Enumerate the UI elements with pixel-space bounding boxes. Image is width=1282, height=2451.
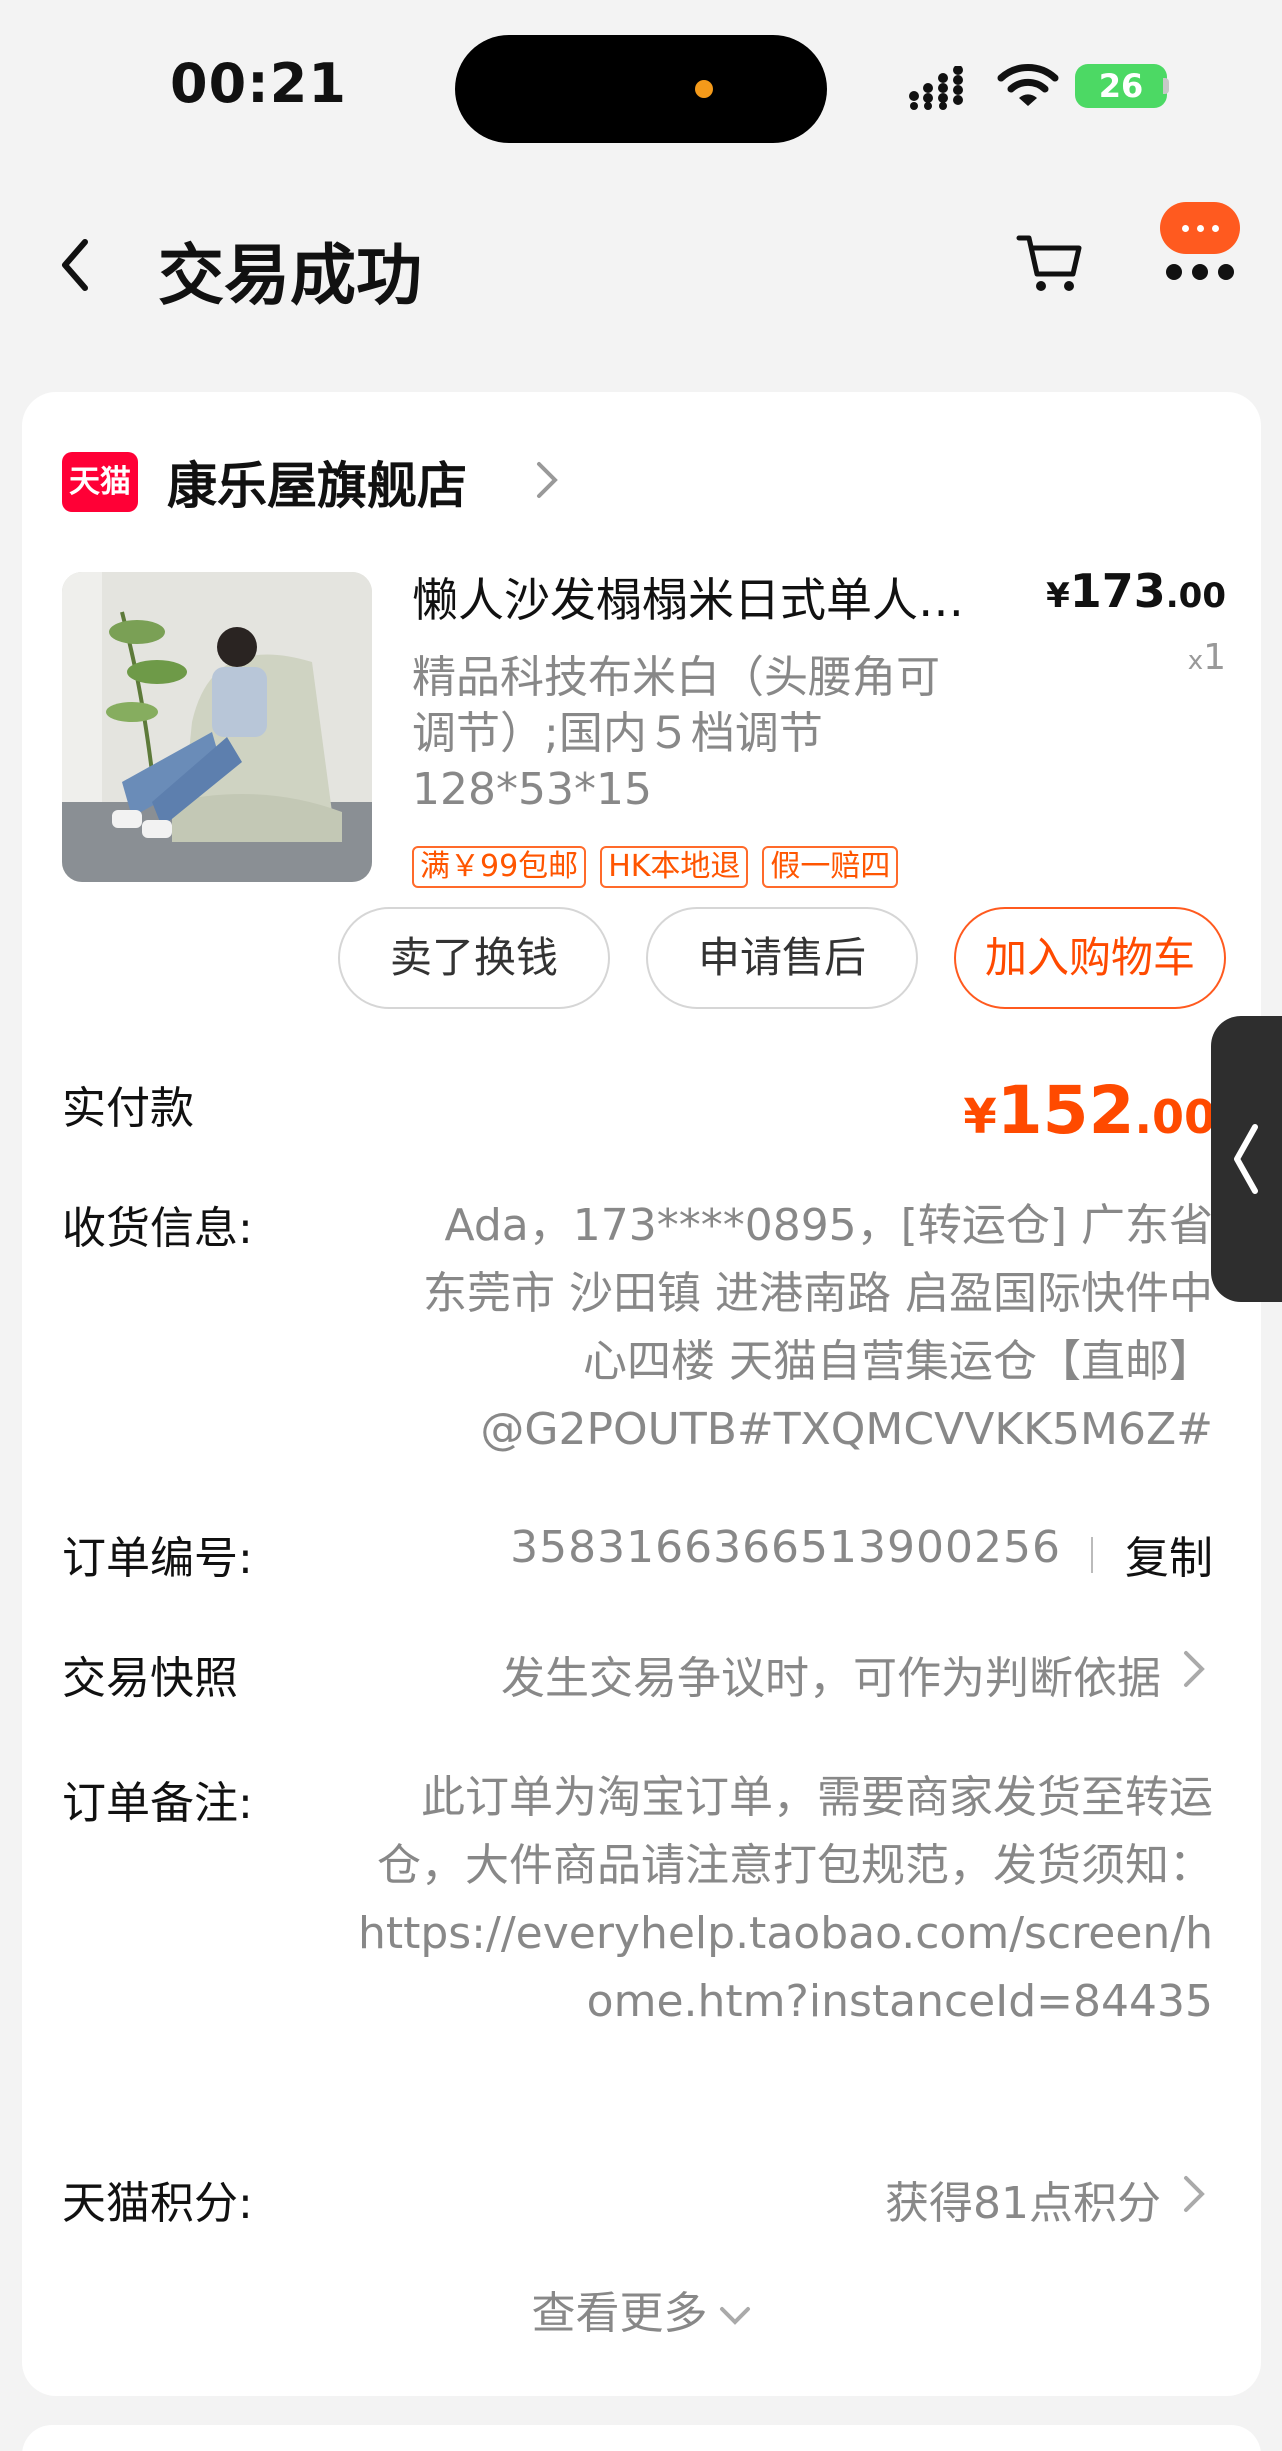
chevron-left-icon [1234, 1124, 1258, 1194]
price-decimal: .00 [1165, 576, 1226, 616]
battery-level: 26 [1098, 67, 1144, 105]
chevron-right-icon[interactable] [534, 459, 560, 501]
view-more-link[interactable]: 查看更多 [22, 2277, 1261, 2341]
divider [1091, 1537, 1093, 1573]
order-card: 天猫 康乐屋旗舰店 懒人沙发榻榻米日式单人… ¥173.00 x1 精品科技布米… [22, 392, 1261, 2396]
address-label: 收货信息: [62, 1203, 253, 1254]
spec-line: 精品科技布米白（头腰角可 [412, 652, 940, 703]
spec-line: 调节）;国内５档调节 [412, 708, 823, 759]
qty-value: 1 [1203, 637, 1226, 678]
tag-authentic: 假一赔四 [762, 846, 899, 888]
note-label: 订单备注: [62, 1778, 253, 1829]
payment-currency: ¥ [963, 1089, 997, 1145]
tmall-badge: 天猫 [62, 452, 138, 512]
product-image[interactable] [62, 572, 372, 882]
cellular-signal-icon [909, 66, 963, 110]
page-title: 交易成功 [158, 237, 422, 314]
battery-nub [1163, 78, 1169, 94]
sell-button[interactable]: 卖了换钱 [338, 907, 610, 1009]
product-spec: 精品科技布米白（头腰角可 调节）;国内５档调节 128*53*15 [412, 650, 1012, 818]
copy-button[interactable]: 复制 [1125, 1522, 1213, 1586]
product-quantity: x1 [1188, 637, 1226, 678]
product-title[interactable]: 懒人沙发榻榻米日式单人… [412, 564, 1012, 630]
points-value[interactable]: 获得81点积分 [885, 2167, 1161, 2231]
next-card [22, 2425, 1261, 2451]
snapshot-label: 交易快照 [62, 1653, 238, 1704]
order-number: 3583166366513900256 [510, 1522, 1061, 1573]
wifi-icon [997, 64, 1059, 106]
after-sale-button[interactable]: 申请售后 [646, 907, 918, 1009]
chevron-right-icon[interactable] [1182, 2174, 1206, 2214]
view-more-label: 查看更多 [531, 2288, 708, 2339]
tag-hk-return: HK本地退 [600, 846, 749, 888]
points-label: 天猫积分: [62, 2178, 253, 2229]
note-value: 此订单为淘宝订单，需要商家发货至转运仓，大件商品请注意打包规范，发货须知：htt… [357, 1772, 1213, 2027]
payment-decimal: .00 [1134, 1090, 1217, 1144]
price-currency: ¥ [1046, 576, 1070, 616]
action-buttons: 卖了换钱 申请售后 加入购物车 [338, 907, 1226, 1009]
add-to-cart-button[interactable]: 加入购物车 [954, 907, 1226, 1009]
battery-icon: 26 [1075, 64, 1167, 108]
price-main: 173 [1069, 564, 1166, 618]
chevron-down-icon [719, 2307, 750, 2325]
order-number-label: 订单编号: [62, 1533, 253, 1584]
back-icon[interactable] [55, 230, 95, 300]
spec-line: 128*53*15 [412, 764, 652, 815]
chevron-right-icon[interactable] [1182, 1649, 1206, 1689]
side-drawer-handle[interactable] [1211, 1016, 1282, 1302]
payment-label: 实付款 [62, 1083, 194, 1134]
snapshot-value[interactable]: 发生交易争议时，可作为判断依据 [501, 1642, 1161, 1706]
payment-amount: ¥152.00 [963, 1072, 1216, 1149]
privacy-indicator-dot [695, 80, 713, 98]
address-value: Ada，173****0895，[转运仓] 广东省东莞市 沙田镇 进港南路 启盈… [423, 1200, 1213, 1455]
product-tags: 满￥99包邮 HK本地退 假一赔四 [412, 846, 899, 888]
store-name[interactable]: 康乐屋旗舰店 [167, 446, 467, 518]
qty-prefix: x [1187, 646, 1204, 676]
dynamic-island [455, 35, 827, 143]
cart-icon[interactable] [1015, 228, 1085, 298]
message-bubble-icon [1160, 202, 1240, 254]
more-menu-button[interactable] [1150, 202, 1245, 292]
status-time: 00:21 [170, 52, 347, 115]
tag-free-shipping: 满￥99包邮 [412, 846, 587, 888]
product-price: ¥173.00 [1046, 564, 1226, 618]
payment-main: 152 [996, 1072, 1135, 1149]
